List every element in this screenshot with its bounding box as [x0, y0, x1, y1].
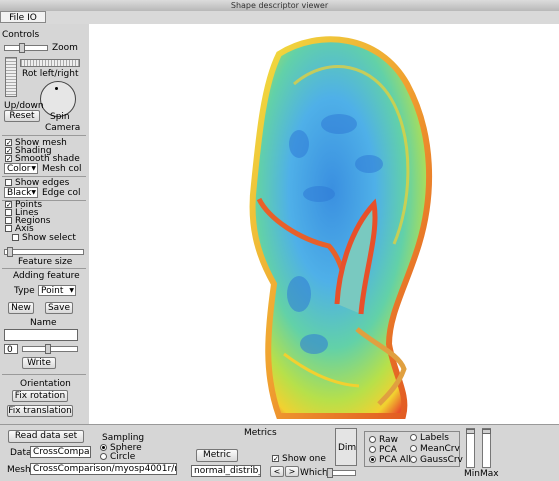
zoom-label: Zoom	[52, 43, 78, 53]
camera-label: Camera	[45, 123, 81, 133]
data-input[interactable]: CrossComparis	[30, 446, 91, 458]
circle-label: Circle	[110, 452, 136, 462]
sphere-radio[interactable]	[100, 444, 107, 451]
smooth-shade-checkbox[interactable]: ✓	[5, 155, 12, 163]
shape-viewport[interactable]	[89, 24, 559, 424]
data-label: Data	[10, 448, 32, 458]
pca-all-label: PCA All	[379, 455, 411, 465]
write-button[interactable]: Write	[22, 357, 56, 369]
circle-radio[interactable]	[100, 453, 107, 460]
orientation-heading: Orientation	[20, 379, 71, 389]
sampling-heading: Sampling	[102, 433, 145, 443]
mesh-label: Mesh	[7, 465, 31, 475]
mean-crv-label: MeanCrv	[420, 444, 460, 454]
raw-radio[interactable]	[369, 436, 376, 443]
min-slider[interactable]	[466, 428, 475, 468]
pca-label: PCA	[379, 445, 397, 455]
feature-size-slider[interactable]	[4, 247, 84, 257]
controls-panel: Controls Zoom Rot left/right Up/down Res…	[0, 24, 88, 424]
menu-bar	[0, 11, 559, 24]
lines-checkbox[interactable]	[5, 209, 12, 216]
pca-radio[interactable]	[369, 446, 376, 453]
labels-radio[interactable]	[410, 434, 417, 441]
gauss-crv-label: GaussCrv	[420, 455, 463, 465]
metric-value-input[interactable]: normal_distrib_di	[191, 465, 261, 477]
edge-col-select[interactable]: Black ▼	[4, 187, 38, 198]
bottom-panel: Read data set Data CrossComparis Mesh Cr…	[0, 424, 559, 481]
min-label: Min	[464, 469, 480, 479]
fix-translation-button[interactable]: Fix translation	[7, 405, 73, 417]
zoom-slider[interactable]	[4, 43, 48, 53]
raw-label: Raw	[379, 435, 398, 445]
feature-size-label: Feature size	[18, 257, 73, 267]
labels-label: Labels	[420, 433, 449, 443]
number-input[interactable]: 0	[4, 344, 18, 354]
new-button[interactable]: New	[8, 302, 34, 314]
show-select-label: Show select	[22, 233, 76, 243]
name-label: Name	[30, 318, 57, 328]
show-one-checkbox[interactable]: ✓	[272, 455, 279, 463]
updown-slider[interactable]	[5, 57, 17, 97]
name-input[interactable]	[4, 329, 78, 341]
shading-checkbox[interactable]: ✓	[5, 147, 12, 155]
reset-button[interactable]: Reset	[4, 110, 40, 122]
which-label: Which	[300, 468, 328, 478]
points-checkbox[interactable]: ✓	[5, 201, 12, 209]
spin-label: Spin	[50, 112, 70, 122]
axis-checkbox[interactable]	[5, 225, 12, 232]
max-slider[interactable]	[482, 428, 491, 468]
save-button[interactable]: Save	[45, 302, 73, 314]
regions-checkbox[interactable]	[5, 217, 12, 224]
next-button[interactable]: >	[285, 466, 299, 477]
type-select[interactable]: Point ▼	[38, 285, 76, 296]
rotate-label: Rot left/right	[22, 69, 79, 79]
metrics-heading: Metrics	[244, 428, 277, 438]
show-one-label: Show one	[282, 454, 326, 464]
mesh-col-select[interactable]: Color ▼	[4, 163, 38, 174]
shape-render	[249, 36, 433, 419]
window-title: Shape descriptor viewer	[230, 1, 329, 10]
metric-button[interactable]: Metric	[196, 449, 238, 462]
which-slider[interactable]	[326, 468, 356, 478]
max-label: Max	[480, 469, 499, 479]
show-edges-checkbox[interactable]	[5, 179, 12, 186]
read-data-set-button[interactable]: Read data set	[8, 430, 84, 443]
adding-feature-heading: Adding feature	[13, 271, 80, 281]
show-select-checkbox[interactable]	[12, 234, 19, 241]
mesh-path-input[interactable]: CrossComparison/myosp4001r/myos	[30, 463, 177, 475]
gauss-crv-radio[interactable]	[410, 456, 417, 463]
show-mesh-checkbox[interactable]: ✓	[5, 139, 12, 147]
fix-rotation-button[interactable]: Fix rotation	[12, 390, 68, 402]
menu-file-io[interactable]: File IO	[0, 11, 46, 23]
prev-button[interactable]: <	[270, 466, 284, 477]
type-label: Type	[14, 286, 35, 296]
mean-crv-radio[interactable]	[410, 445, 417, 452]
rotate-slider[interactable]	[20, 59, 80, 67]
dim-label: Dim	[338, 443, 357, 453]
controls-heading: Controls	[2, 30, 40, 40]
pca-all-radio[interactable]	[369, 456, 376, 463]
number-slider[interactable]	[22, 344, 78, 354]
edge-col-label: Edge col	[42, 188, 81, 198]
mesh-col-label: Mesh col	[42, 164, 82, 174]
dim-box[interactable]: Dim	[335, 428, 357, 466]
